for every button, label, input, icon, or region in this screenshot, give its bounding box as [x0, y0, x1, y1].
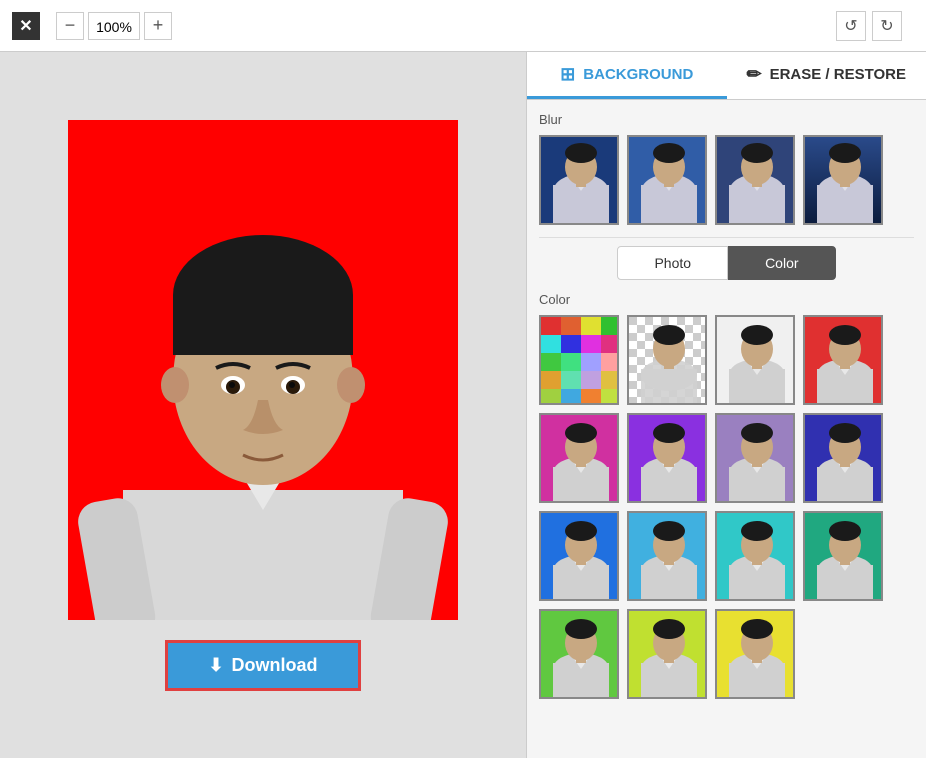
color-lavender-thumb[interactable]: [715, 413, 795, 503]
color-white-thumb[interactable]: [715, 315, 795, 405]
zoom-in-button[interactable]: +: [144, 12, 172, 40]
tab-erase-label: ERASE / RESTORE: [770, 66, 906, 83]
download-btn-wrapper: ⬇ Download: [165, 640, 360, 691]
color-palette-thumb[interactable]: [539, 315, 619, 405]
color-toggle-btn[interactable]: Color: [728, 246, 835, 280]
layers-icon: ⊞: [560, 64, 575, 85]
color-bright-blue-thumb[interactable]: [539, 511, 619, 601]
photo-color-toggle: Photo Color: [539, 246, 914, 280]
blur-thumb-1[interactable]: [539, 135, 619, 225]
panel-content: Blur: [527, 100, 926, 758]
color-label: Color: [539, 292, 914, 307]
color-transparent-thumb[interactable]: [627, 315, 707, 405]
color-sky-thumb[interactable]: [627, 511, 707, 601]
color-light-green-thumb[interactable]: [539, 609, 619, 699]
color-cyan-thumb[interactable]: [715, 511, 795, 601]
zoom-value: 100%: [88, 12, 140, 40]
color-teal-thumb[interactable]: [803, 511, 883, 601]
blur-thumb-4[interactable]: [803, 135, 883, 225]
blur-thumb-2[interactable]: [627, 135, 707, 225]
color-red-thumb[interactable]: [803, 315, 883, 405]
download-button[interactable]: ⬇ Download: [165, 640, 360, 691]
download-icon: ⬇: [208, 655, 223, 676]
subject-photo: [68, 120, 458, 620]
history-buttons: ↺ ↻: [836, 11, 902, 41]
main-content: ⬇ Download ⊞ BACKGROUND ✏ ERASE / RESTOR…: [0, 52, 926, 758]
close-button[interactable]: ✕: [12, 12, 40, 40]
color-dark-blue-thumb[interactable]: [803, 413, 883, 503]
top-bar: ✕ − 100% + ↺ ↻: [0, 0, 926, 52]
zoom-controls: − 100% +: [56, 12, 172, 40]
photo-toggle-btn[interactable]: Photo: [617, 246, 728, 280]
color-purple-thumb[interactable]: [627, 413, 707, 503]
blur-thumb-3[interactable]: [715, 135, 795, 225]
blur-label: Blur: [539, 112, 914, 127]
panel-tabs: ⊞ BACKGROUND ✏ ERASE / RESTORE: [527, 52, 926, 100]
canvas-area: ⬇ Download: [0, 52, 526, 758]
color-pink-thumb[interactable]: [539, 413, 619, 503]
blur-thumbnails: [539, 135, 914, 225]
tab-erase[interactable]: ✏ ERASE / RESTORE: [727, 52, 926, 99]
color-yellow-green-thumb[interactable]: [627, 609, 707, 699]
divider-1: [539, 237, 914, 238]
photo-container: ⬇ Download: [68, 120, 458, 691]
download-label: Download: [232, 655, 318, 676]
zoom-out-button[interactable]: −: [56, 12, 84, 40]
photo-frame: [68, 120, 458, 620]
undo-button[interactable]: ↺: [836, 11, 866, 41]
eraser-icon: ✏: [746, 64, 761, 85]
color-yellow-thumb[interactable]: [715, 609, 795, 699]
tab-background-label: BACKGROUND: [583, 66, 693, 83]
tab-background[interactable]: ⊞ BACKGROUND: [527, 52, 727, 99]
redo-button[interactable]: ↻: [872, 11, 902, 41]
right-panel: ⊞ BACKGROUND ✏ ERASE / RESTORE Blur: [526, 52, 926, 758]
color-thumbnails: [539, 315, 914, 699]
